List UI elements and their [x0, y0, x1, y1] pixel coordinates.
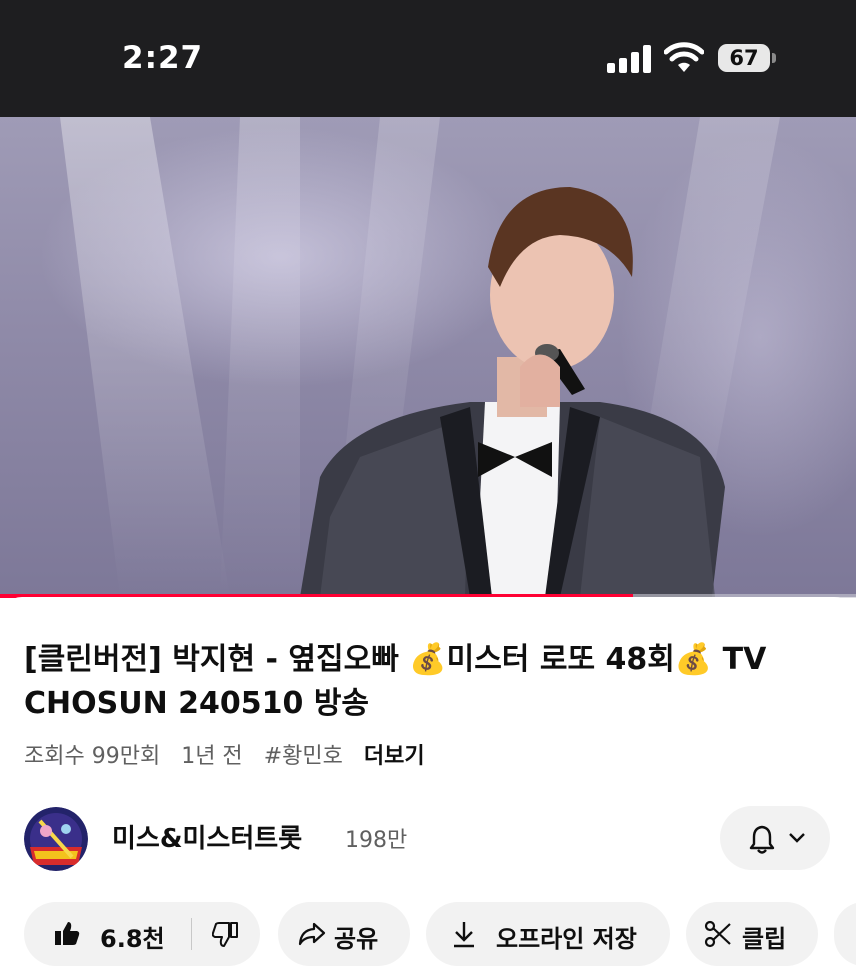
scissors-icon: [704, 920, 731, 948]
battery-level: 67: [729, 46, 759, 70]
download-button[interactable]: 오프라인 저장: [426, 902, 670, 966]
chevron-down-icon: [789, 833, 805, 843]
bell-icon: [749, 825, 775, 854]
thumbs-up-icon[interactable]: [54, 920, 80, 946]
video-frame: [40, 117, 856, 597]
status-time: 2:27: [122, 40, 204, 76]
like-dislike-group: 6.8천: [24, 902, 260, 966]
share-button[interactable]: 공유: [278, 902, 410, 966]
upload-age: 1년 전: [181, 744, 243, 769]
share-label: 공유: [334, 925, 379, 953]
clip-button[interactable]: 클립: [686, 902, 818, 966]
signal-icon: [607, 45, 653, 73]
battery-icon: 67: [718, 44, 776, 74]
share-icon: [298, 922, 326, 946]
video-title[interactable]: [클린버전] 박지현 - 옆집오빠 💰미스터 로또 48회💰 TV CHOSUN…: [24, 638, 824, 726]
wifi-icon: [664, 42, 704, 72]
download-label: 오프라인 저장: [496, 925, 637, 953]
channel-name[interactable]: 미스&미스터트롯: [112, 818, 302, 855]
channel-avatar[interactable]: [24, 807, 88, 871]
hashtag-link[interactable]: #황민호: [264, 744, 343, 769]
video-player[interactable]: [0, 117, 856, 597]
view-count: 조회수 99만회: [24, 744, 161, 769]
video-meta[interactable]: 조회수 99만회 1년 전 #황민호 더보기: [24, 738, 439, 770]
like-count[interactable]: 6.8천: [100, 919, 165, 954]
status-bar: 2:27 67: [0, 0, 856, 117]
more-button[interactable]: 더보기: [364, 744, 425, 769]
subscriber-count: 198만: [345, 828, 408, 853]
clip-label: 클립: [742, 925, 787, 953]
download-icon: [454, 922, 474, 948]
notification-button[interactable]: [720, 806, 830, 870]
like-divider: [191, 918, 192, 950]
thumbs-down-icon[interactable]: [212, 922, 238, 948]
